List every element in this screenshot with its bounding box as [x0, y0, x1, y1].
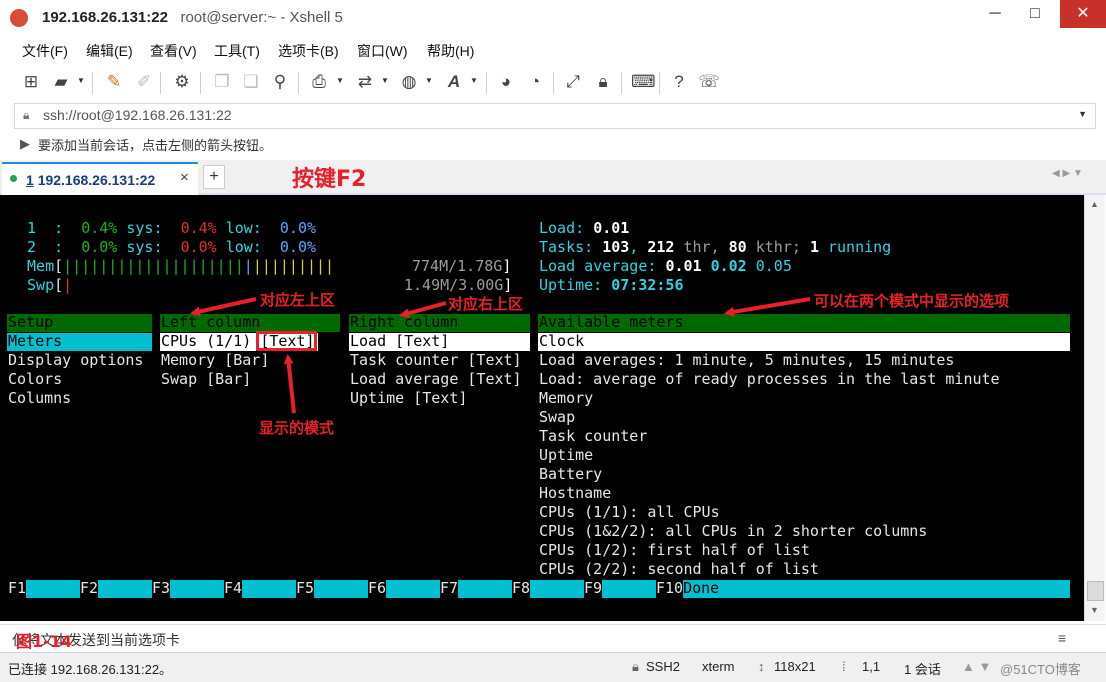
toolbar-separator	[92, 72, 93, 94]
print-dropdown-icon[interactable]: ▼	[336, 76, 344, 85]
status-bar: 已连接 192.168.26.131:22。 🔒︎ SSH2 xterm ↕ 1…	[0, 652, 1106, 682]
fullscreen-icon[interactable]: ⤢	[562, 71, 584, 93]
add-session-arrow-icon[interactable]: ▶	[20, 136, 30, 152]
chat-icon[interactable]: ☏	[698, 71, 720, 93]
close-window-button[interactable]: ✕	[1060, 0, 1106, 28]
arrow-right-area	[399, 301, 447, 318]
address-dropdown-icon[interactable]: ▼	[1078, 109, 1087, 119]
properties-icon[interactable]: ⚙	[171, 71, 193, 93]
maximize-button[interactable]: □	[1018, 0, 1052, 28]
window-title: 192.168.26.131:22 root@server:~ - Xshell…	[42, 9, 343, 26]
annotation-both-modes: 可以在两个模式中显示的选项	[814, 292, 1010, 310]
toolbar-separator	[621, 72, 622, 94]
annotation-left-area: 对应左上区	[260, 291, 336, 309]
terminal[interactable]: 1 : 0.4% sys: 0.4% low: 0.0% 2 : 0.0% sy…	[0, 195, 1084, 621]
sessions-status: 1 会话	[904, 662, 941, 677]
new-tab-button[interactable]: +	[203, 165, 225, 189]
paste-icon[interactable]: ❏	[240, 71, 262, 93]
compose-menu-icon[interactable]: ≡	[1058, 630, 1066, 646]
menu-edit[interactable]: 编辑(E)	[86, 41, 133, 61]
transfer-icon[interactable]: ⇄	[354, 71, 376, 93]
annotation-figure: 图1-14	[16, 632, 73, 651]
compose-bar[interactable]: 仅将文本发送到当前选项卡 图1-14 ≡	[0, 624, 1106, 653]
terminal-type-status: xterm	[702, 659, 735, 674]
xftp-icon[interactable]: ◕	[495, 71, 517, 93]
open-folder-icon[interactable]: ▰	[50, 71, 72, 93]
disconnect-icon[interactable]: ✐	[133, 71, 155, 93]
menu-view[interactable]: 查看(V)	[150, 41, 197, 61]
font-dropdown-icon[interactable]: ▼	[470, 76, 478, 85]
toolbar-separator	[553, 72, 554, 94]
cursor-position-status: 1,1	[862, 659, 881, 674]
minimize-button[interactable]: ─	[978, 0, 1012, 28]
globe-dropdown-icon[interactable]: ▼	[425, 76, 433, 85]
scroll-down-icon[interactable]: ▼	[1090, 605, 1099, 615]
menu-window[interactable]: 窗口(W)	[357, 41, 408, 61]
keyboard-icon[interactable]: ⌨	[631, 71, 656, 93]
tab-nav-arrows-icon[interactable]: ◀ ▶ ▼	[1052, 168, 1083, 179]
cursor-icon: ⁞	[842, 659, 846, 674]
title-bar: 192.168.26.131:22 root@server:~ - Xshell…	[0, 0, 1106, 36]
print-icon[interactable]: ⎙	[308, 71, 330, 93]
tab-label: 1 192.168.26.131:22	[26, 172, 156, 188]
help-icon[interactable]: ?	[668, 71, 690, 93]
menu-bar: 文件(F) 编辑(E) 查看(V) 工具(T) 选项卡(B) 窗口(W) 帮助(…	[0, 37, 1106, 63]
lock-icon[interactable]: 🔒︎	[592, 71, 614, 93]
lock-icon: 🔒︎	[23, 108, 30, 122]
arrow-display-mode	[283, 354, 296, 414]
tab-bar: 1 192.168.26.131:22 × + 按键F2 ◀ ▶ ▼	[0, 160, 1106, 195]
annotation-right-area: 对应右上区	[448, 295, 524, 313]
tab-session[interactable]: 1 192.168.26.131:22 ×	[2, 162, 198, 195]
font-icon[interactable]: A	[443, 71, 465, 93]
menu-help[interactable]: 帮助(H)	[427, 41, 474, 61]
arrow-left-area	[190, 297, 257, 317]
open-dropdown-icon[interactable]: ▼	[77, 76, 85, 85]
xshell-script-icon[interactable]: ◔	[524, 71, 546, 93]
protocol-status: SSH2	[646, 659, 680, 674]
lock-status-icon: 🔒︎	[632, 659, 639, 674]
find-icon[interactable]: ⚲	[269, 71, 291, 93]
new-session-icon[interactable]: ⊞	[20, 71, 42, 93]
address-input[interactable]: ssh://root@192.168.26.131:22	[43, 107, 232, 123]
hint-text: 要添加当前会话，点击左侧的箭头按钮。	[38, 138, 273, 153]
terminal-scrollbar[interactable]: ▲ ▼	[1084, 195, 1105, 621]
arrow-both-modes	[724, 297, 811, 317]
toolbar: ⊞ ▰ ▼ ✎ ✐ ⚙ ❐ ❏ ⚲ ⎙ ▼ ⇄ ▼ ◍ ▼ A ▼ ◕ ◔ ⤢ …	[0, 66, 1106, 100]
connected-status-icon	[10, 175, 17, 182]
copy-icon[interactable]: ❐	[211, 71, 233, 93]
xshell-logo-icon	[10, 9, 28, 27]
address-bar[interactable]: 🔒︎ ssh://root@192.168.26.131:22 ▼	[14, 103, 1096, 129]
annotation-arrows	[190, 297, 811, 414]
toolbar-separator	[200, 72, 201, 94]
annotation-display-mode: 显示的模式	[259, 419, 335, 437]
size-status: 118x21	[774, 659, 816, 674]
transfer-dropdown-icon[interactable]: ▼	[381, 76, 389, 85]
scroll-up-icon[interactable]: ▲	[1090, 199, 1099, 209]
menu-file[interactable]: 文件(F)	[22, 41, 68, 61]
globe-icon[interactable]: ◍	[398, 71, 420, 93]
scroll-thumb[interactable]	[1087, 581, 1104, 601]
menu-tabs[interactable]: 选项卡(B)	[278, 41, 339, 61]
toolbar-separator	[659, 72, 660, 94]
toolbar-separator	[298, 72, 299, 94]
session-hint-bar: ▶ 要添加当前会话，点击左侧的箭头按钮。	[0, 131, 1106, 157]
annotation-press-key: 按键F2	[292, 167, 367, 192]
connection-status: 已连接 192.168.26.131:22。	[8, 662, 173, 677]
toolbar-separator	[486, 72, 487, 94]
size-icon: ↕	[758, 659, 765, 674]
tab-close-icon[interactable]: ×	[180, 169, 189, 186]
watermark: @51CTO博客	[1000, 662, 1081, 677]
reconnect-icon[interactable]: ✎	[103, 71, 125, 93]
menu-tools[interactable]: 工具(T)	[214, 41, 260, 61]
toolbar-separator	[160, 72, 161, 94]
session-nav-arrows-icon[interactable]: ▲ ▼	[962, 659, 991, 674]
